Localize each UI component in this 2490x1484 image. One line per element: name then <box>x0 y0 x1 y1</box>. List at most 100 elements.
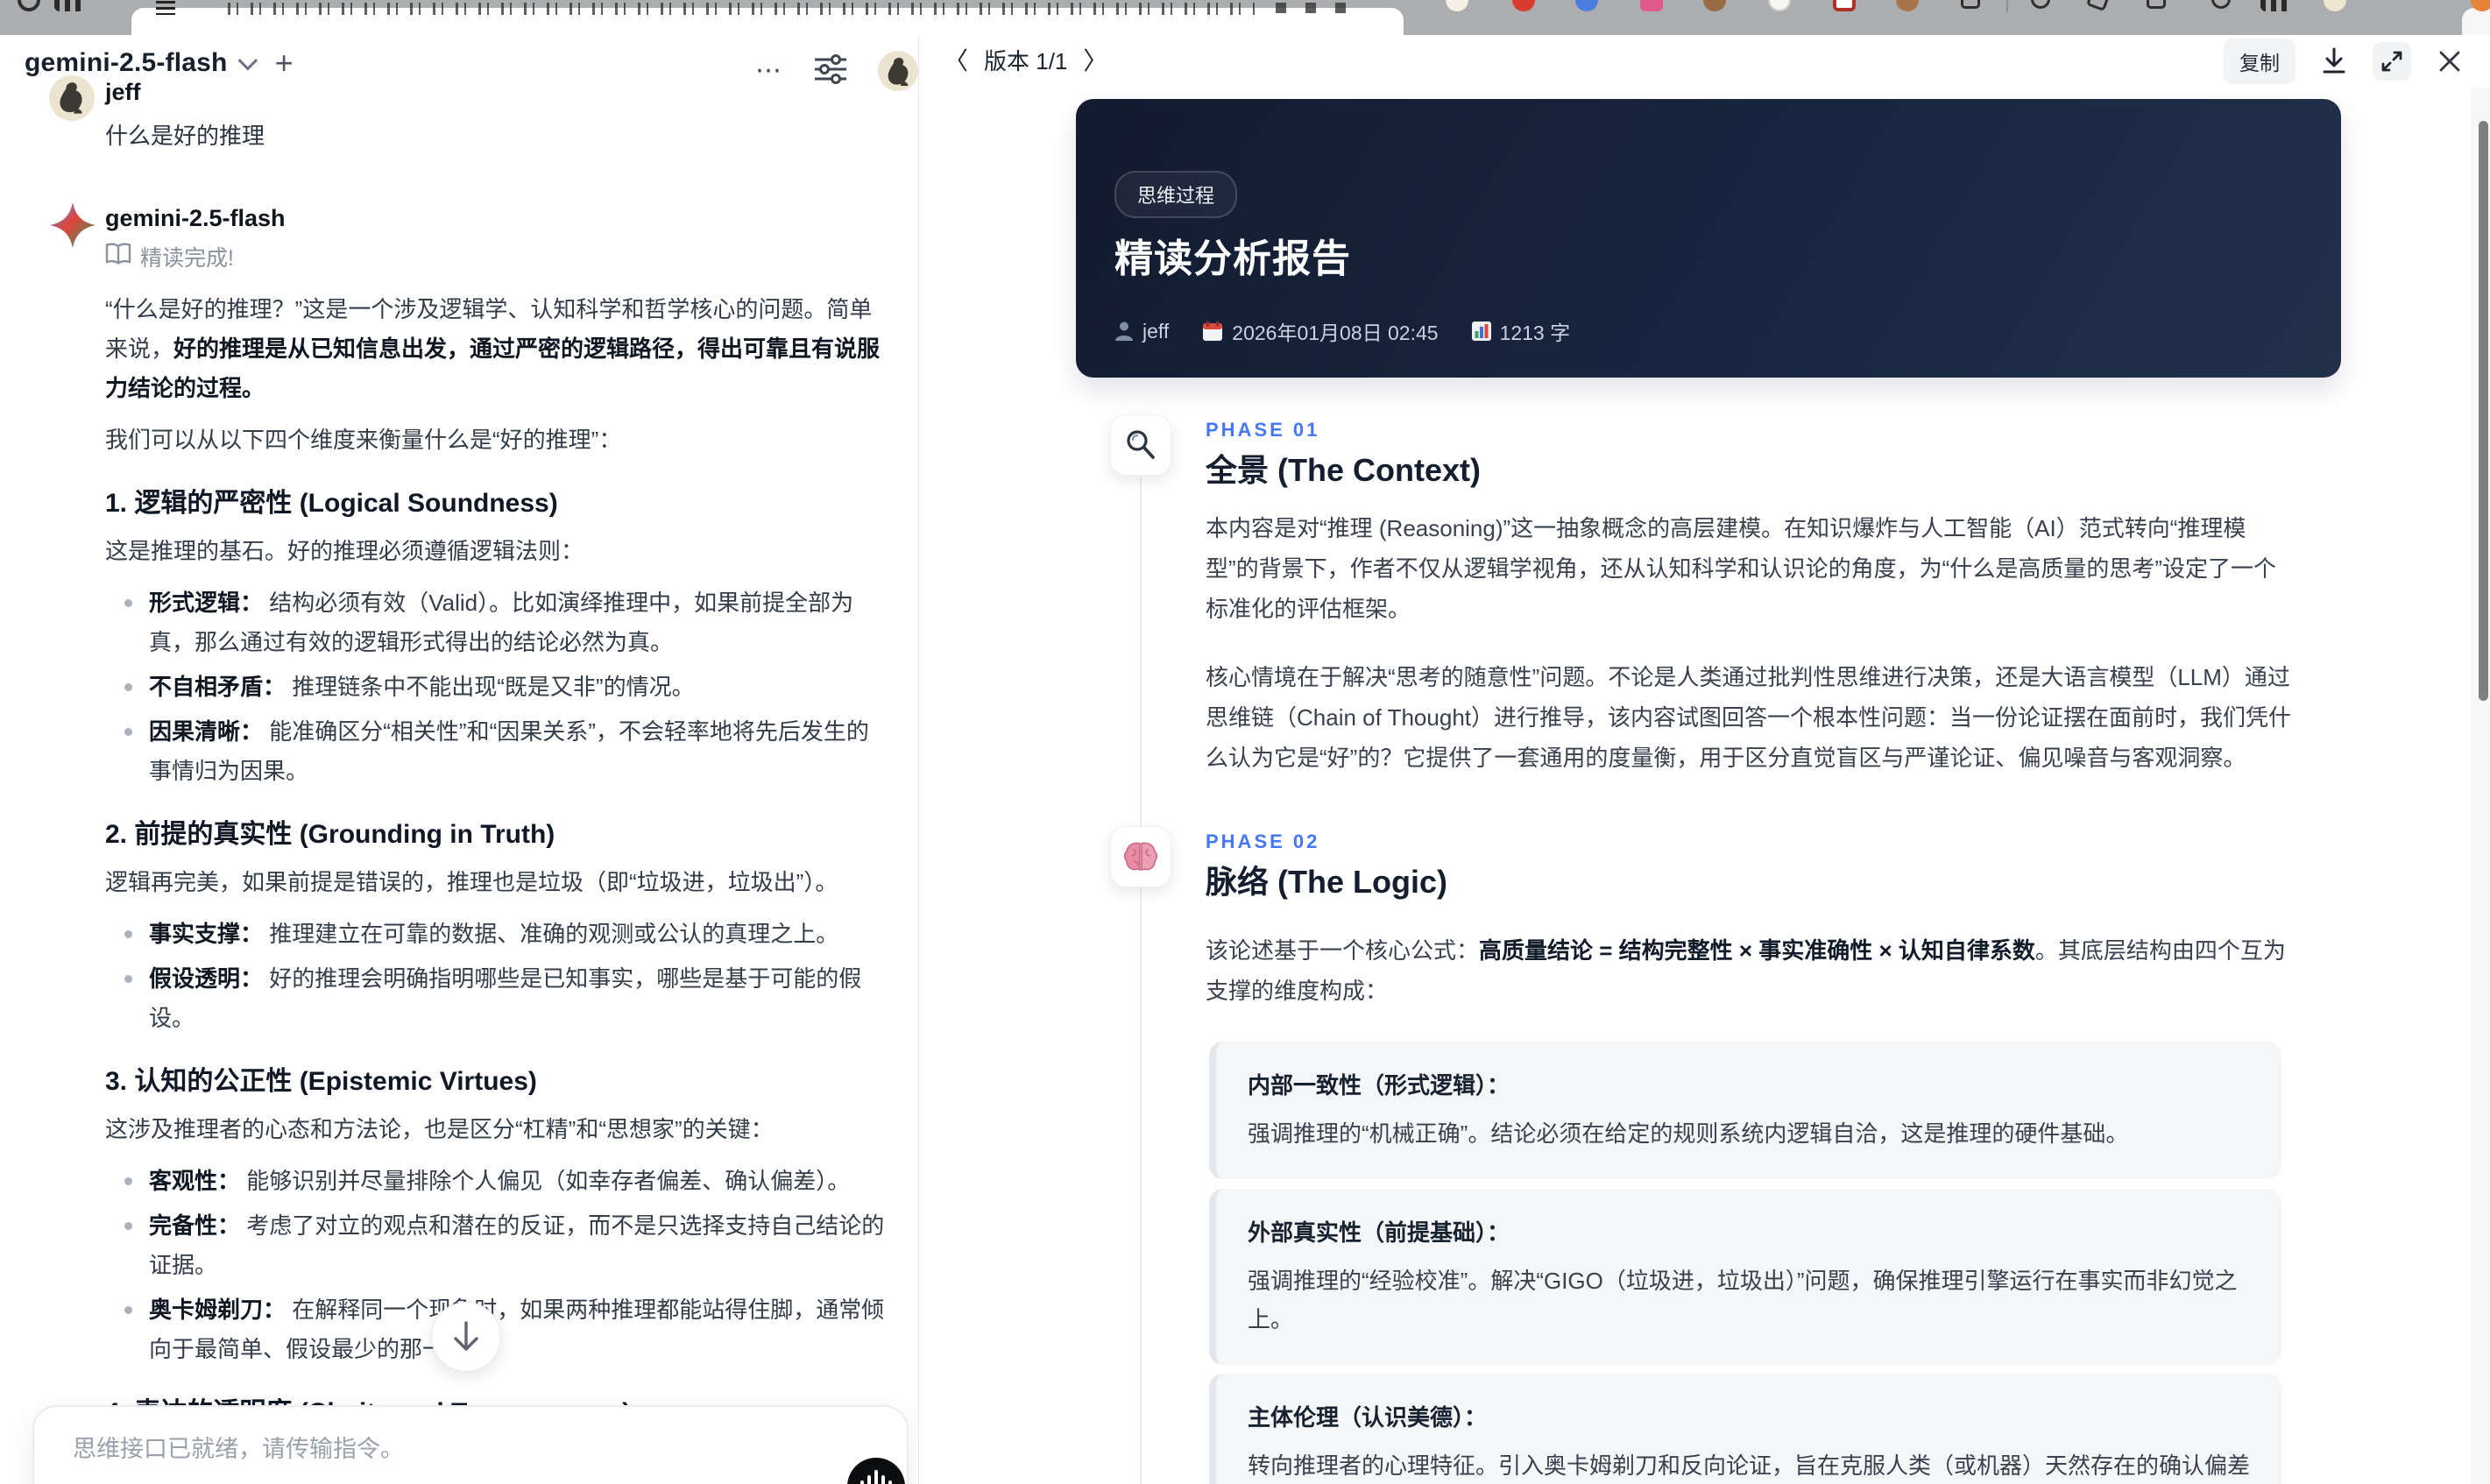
grid-icon[interactable] <box>2260 0 2290 11</box>
logic-card-title: 外部真实性（前提基础）： <box>1248 1219 1510 1246</box>
extension-icon[interactable] <box>1512 0 1535 11</box>
section-desc: 这涉及推理者的心态和方法论，也是区分“杠精”和“思想家”的关键： <box>105 1116 774 1142</box>
assistant-markdown: “什么是好的推理？”这是一个涉及逻辑学、认知科学和哲学核心的问题。简单来说，好的… <box>105 290 885 1484</box>
logic-card-title: 内部一致性（形式逻辑）： <box>1248 1072 1510 1099</box>
expand-button[interactable] <box>2373 42 2411 81</box>
logic-card-text: 转向推理者的心理特征。引入奥卡姆剃刀和反向论证，旨在克服人类（或机器）天然存在的… <box>1248 1452 2251 1479</box>
logic-card-text: 强调推理的“经验校准”。解决“GIGO（垃圾进，垃圾出）”问题，确保推理引擎运行… <box>1248 1268 2238 1332</box>
phase1-paragraph: 核心情境在于解决“思考的随意性”问题。不论是人类通过批判性思维进行决策，还是大语… <box>1206 664 2292 771</box>
panel-actions: 复制 <box>2224 39 2469 84</box>
composer-placeholder[interactable]: 思维接口已就绪，请传输指令。 <box>73 1430 404 1464</box>
artifact-panel: 〈 版本 1/1 〉 复制 思维过程 精读分析报告 jeff 2026年01月0… <box>919 35 2490 1484</box>
logic-card-title: 主体伦理（认识美德）： <box>1248 1404 1488 1431</box>
calendar-icon <box>1203 321 1223 341</box>
phase-timeline-line <box>1140 477 1142 1484</box>
book-icon <box>105 242 131 272</box>
report-title: 精读分析报告 <box>1114 237 1351 280</box>
brain-icon <box>1123 842 1158 872</box>
bullet-list: 事实支撑： 推理建立在可靠的数据、准确的观测或公认的真理之上。 假设透明： 好的… <box>105 915 885 1038</box>
new-chat-button[interactable]: + <box>275 47 294 79</box>
message-list: jeff 什么是好的推理 gemini-2.5-flash 精读完成! “什么是… <box>0 75 918 1484</box>
extension-icon[interactable] <box>1575 0 1598 11</box>
phase1-title: 全景 (The Context) <box>1206 452 1481 488</box>
assistant-message: gemini-2.5-flash 精读完成! “什么是好的推理？”这是一个涉及逻… <box>49 201 885 1484</box>
expand-icon <box>2381 51 2402 72</box>
user-avatar <box>49 75 95 121</box>
phase1-tile <box>1110 414 1171 476</box>
lead-paragraph: 我们可以从以下四个维度来衡量什么是“好的推理”： <box>105 427 622 453</box>
chevron-down-icon[interactable] <box>237 50 258 71</box>
scroll-to-bottom-button[interactable] <box>431 1302 501 1372</box>
message-author: jeff <box>105 79 141 105</box>
version-label: 版本 1/1 <box>984 47 1068 74</box>
version-navigator: 〈 版本 1/1 〉 <box>944 42 1107 77</box>
download-button[interactable] <box>2315 42 2353 81</box>
report-meta: jeff 2026年01月08日 02:45 1213 字 <box>1114 316 1570 346</box>
list-item: 客观性： 能够识别并尽量排除个人偏见（如幸存者偏差、确认偏差）。 <box>105 1162 885 1201</box>
list-item: 假设透明： 好的推理会明确指明哪些是已知事实，哪些是基于可能的假设。 <box>105 959 885 1038</box>
list-item: 因果清晰： 能准确区分“相关性”和“因果关系”，不会轻率地将先后发生的事情归为因… <box>105 712 885 791</box>
extension-icon[interactable] <box>1640 0 1663 11</box>
extension-icon[interactable] <box>1896 0 1919 11</box>
screen: gemini-2.5-flash + ⋯ jeff 什么是好的推理 gemini… <box>0 0 2490 1484</box>
menu-icon <box>156 1 175 15</box>
browser-icon[interactable] <box>18 0 40 11</box>
profile-icon[interactable] <box>2211 0 2231 9</box>
bullet-list: 形式逻辑： 结构必须有效（Valid）。比如演绎推理中，如果前提全部为真，那么通… <box>105 583 885 791</box>
conversation-title[interactable]: gemini-2.5-flash <box>25 48 228 78</box>
tab-title-cutoff <box>228 3 1255 15</box>
waveform-icon <box>860 1480 864 1484</box>
section-heading: 1. 逻辑的严密性 (Logical Soundness) <box>105 489 558 518</box>
section-desc: 这是推理的基石。好的推理必须遵循逻辑法则： <box>105 538 584 564</box>
section-heading: 3. 认知的公正性 (Epistemic Virtues) <box>105 1067 537 1096</box>
app-window: gemini-2.5-flash + ⋯ jeff 什么是好的推理 gemini… <box>0 35 2490 1484</box>
magnifier-icon <box>1127 430 1155 459</box>
browser-topbar <box>0 0 2490 35</box>
browser-tab[interactable] <box>131 1 1404 35</box>
copy-button[interactable]: 复制 <box>2224 39 2295 84</box>
user-message: jeff 什么是好的推理 <box>49 75 885 156</box>
version-next-button[interactable]: 〉 <box>1083 42 1107 77</box>
phase1-body: 本内容是对“推理 (Reasoning)”这一抽象概念的高层建模。在知识爆炸与人… <box>1206 508 2297 806</box>
list-item: 不自相矛盾： 推理链条中不能出现“既是又非”的情况。 <box>105 668 885 707</box>
extension-icon[interactable] <box>1446 0 1468 11</box>
toolbar-icon[interactable] <box>2031 0 2050 9</box>
scrollbar-thumb[interactable] <box>2479 121 2488 701</box>
close-icon <box>2439 51 2460 72</box>
next-tab-sliver[interactable] <box>2462 8 2490 35</box>
version-prev-button[interactable]: 〈 <box>944 42 968 77</box>
close-button[interactable] <box>2430 42 2469 81</box>
phase1-kicker: PHASE 01 <box>1206 419 1320 441</box>
pen-icon[interactable] <box>2085 0 2112 12</box>
extension-icon[interactable] <box>1833 0 1856 11</box>
assistant-name: gemini-2.5-flash <box>105 205 286 231</box>
download-icon <box>2323 47 2345 74</box>
list-item: 形式逻辑： 结构必须有效（Valid）。比如演绎推理中，如果前提全部为真，那么通… <box>105 583 885 662</box>
section-heading: 2. 前提的真实性 (Grounding in Truth) <box>105 820 555 849</box>
report-wordcount: 1213 字 <box>1471 316 1570 346</box>
logic-card-agent-ethics: 主体伦理（认识美德）： 转向推理者的心理特征。引入奥卡姆剃刀和反向论证，旨在克服… <box>1209 1374 2281 1484</box>
extension-icon[interactable] <box>1768 0 1791 11</box>
gemini-logo-icon <box>49 201 96 249</box>
download-tray-icon[interactable] <box>2147 0 2166 9</box>
avatar-icon[interactable] <box>2324 0 2346 11</box>
chat-panel: gemini-2.5-flash + ⋯ jeff 什么是好的推理 gemini… <box>0 35 918 1484</box>
report-datetime: 2026年01月08日 02:45 <box>1202 316 1439 346</box>
assistant-status: 精读完成! <box>105 241 885 272</box>
phase2-lead: 该论述基于一个核心公式：高质量结论 = 结构完整性 × 事实准确性 × 认知自律… <box>1206 937 2286 1004</box>
logic-card-text: 强调推理的“机械正确”。结论必须在给定的规则系统内逻辑自洽，这是推理的硬件基础。 <box>1248 1120 2129 1147</box>
voice-input-button[interactable] <box>847 1458 905 1484</box>
phase2-kicker: PHASE 02 <box>1206 830 1320 852</box>
apps-grid-icon[interactable] <box>54 0 84 11</box>
composer[interactable]: 思维接口已就绪，请传输指令。 + <box>32 1405 909 1484</box>
section-desc: 逻辑再完美，如果前提是错误的，推理也是垃圾（即“垃圾进，垃圾出”）。 <box>105 869 838 895</box>
extension-icon[interactable] <box>1703 0 1726 11</box>
report-header-card: 思维过程 精读分析报告 jeff 2026年01月08日 02:45 1213 … <box>1076 99 2341 378</box>
message-text: 什么是好的推理 <box>105 123 265 149</box>
bar-chart-icon <box>1471 322 1491 341</box>
logic-card-internal-consistency: 内部一致性（形式逻辑）： 强调推理的“机械正确”。结论必须在给定的规则系统内逻辑… <box>1209 1042 2281 1179</box>
toolbar-icon[interactable] <box>1961 0 1980 9</box>
phase2-tile <box>1110 826 1171 887</box>
list-item: 完备性： 考虑了对立的观点和潜在的反证，而不是只选择支持自己结论的证据。 <box>105 1206 885 1285</box>
tab-controls-cutoff <box>1276 3 1351 13</box>
